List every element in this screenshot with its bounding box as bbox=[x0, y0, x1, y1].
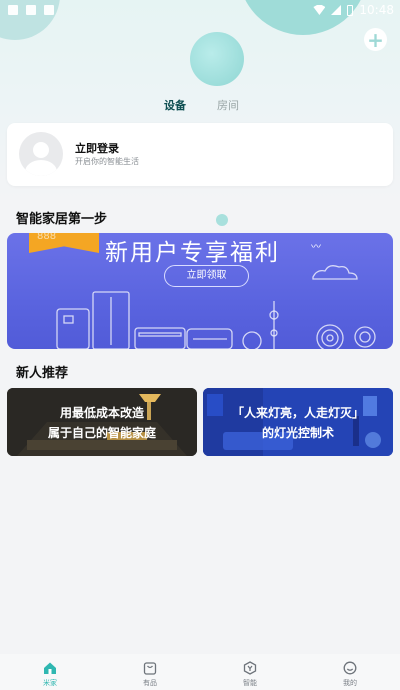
recommend-card[interactable]: 「人来灯亮，人走灯灭」 的灯光控制术 bbox=[203, 388, 393, 456]
add-device-button[interactable]: + bbox=[364, 28, 387, 51]
image-icon bbox=[26, 5, 36, 15]
room-illustration bbox=[7, 388, 197, 456]
nav-label-profile: 我的 bbox=[343, 679, 357, 687]
light-illustration bbox=[203, 388, 393, 456]
nav-label-smart: 智能 bbox=[243, 679, 257, 687]
nav-item-youpin[interactable]: 有品 bbox=[100, 654, 200, 690]
card-title-line1: 「人来灯亮，人走灯灭」 bbox=[231, 406, 364, 420]
nav-label-youpin: 有品 bbox=[143, 679, 157, 687]
status-time: 10:48 bbox=[359, 3, 394, 17]
login-card[interactable]: 立即登录 开启你的智能生活 bbox=[7, 123, 393, 186]
wave-decoration: 〰 bbox=[311, 242, 321, 253]
profile-icon bbox=[343, 661, 357, 675]
home-icon bbox=[44, 662, 56, 674]
decor-bubble bbox=[216, 214, 228, 226]
tab-rooms[interactable]: 房间 bbox=[217, 97, 239, 113]
section-title-newbie: 新人推荐 bbox=[16, 366, 69, 381]
header-tabs: 设备 房间 bbox=[0, 97, 400, 113]
nav-item-mijia[interactable]: 米家 bbox=[0, 654, 100, 690]
claim-now-button[interactable]: 立即领取 bbox=[164, 265, 249, 287]
smart-icon bbox=[243, 661, 257, 675]
recommend-card[interactable]: 用最低成本改造 属于自己的智能家庭 bbox=[7, 388, 197, 456]
card-title-line1: 用最低成本改造 bbox=[59, 406, 144, 420]
login-subtitle: 开启你的智能生活 bbox=[75, 157, 139, 166]
signal-icon bbox=[331, 5, 342, 15]
plus-icon: + bbox=[367, 27, 384, 52]
promo-banner[interactable]: 888 新用户专享福利 〰 立即领取 bbox=[7, 233, 393, 349]
print-icon bbox=[8, 5, 18, 15]
login-title: 立即登录 bbox=[75, 142, 119, 155]
status-bar: 10:48 bbox=[0, 0, 400, 20]
nav-item-profile[interactable]: 我的 bbox=[300, 654, 400, 690]
tab-devices[interactable]: 设备 bbox=[164, 97, 186, 113]
battery-icon bbox=[347, 4, 354, 16]
wifi-icon bbox=[313, 5, 326, 15]
section-title-first-steps: 智能家居第一步 bbox=[16, 212, 108, 227]
shop-bag-icon bbox=[143, 662, 157, 675]
app-notification-icon bbox=[44, 5, 54, 15]
bottom-nav: 米家 有品 智能 我的 bbox=[0, 654, 400, 690]
avatar[interactable] bbox=[19, 132, 63, 176]
nav-label-mijia: 米家 bbox=[43, 679, 57, 687]
nav-item-smart[interactable]: 智能 bbox=[200, 654, 300, 690]
card-title-line2: 的灯光控制术 bbox=[261, 426, 334, 440]
promo-title: 新用户专享福利 bbox=[105, 240, 280, 266]
card-title-line2: 属于自己的智能家庭 bbox=[47, 426, 156, 440]
decor-bubble bbox=[190, 32, 244, 86]
